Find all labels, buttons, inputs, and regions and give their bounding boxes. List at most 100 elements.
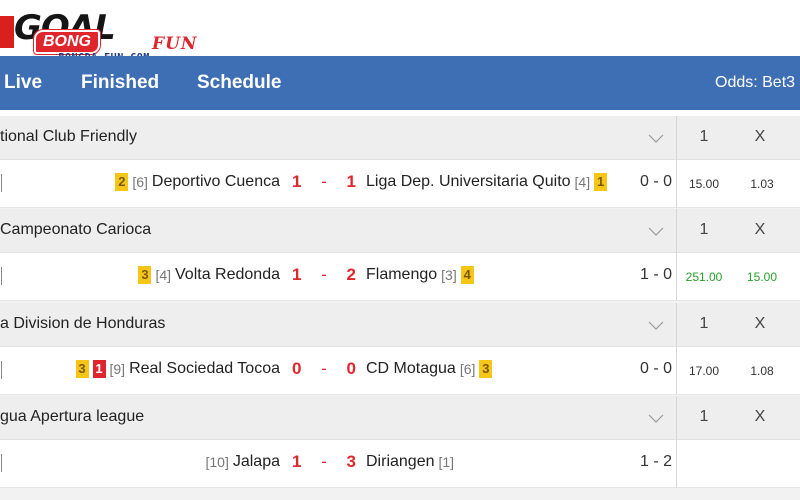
- score-separator: -: [321, 265, 327, 284]
- odds-header-home: 1: [699, 315, 709, 332]
- match-score[interactable]: 0-0: [292, 359, 356, 379]
- yellow-card-badge: 1: [594, 173, 608, 191]
- odds-divider: [676, 347, 677, 394]
- tab-schedule[interactable]: Schedule: [197, 72, 281, 94]
- chevron-down-icon[interactable]: [648, 223, 664, 239]
- match-row[interactable]: 2 [6] Deportivo Cuenca 1-1 Liga Dep. Univers…: [0, 160, 800, 208]
- odds-divider: [676, 253, 677, 300]
- odds-home-value[interactable]: 251.00: [682, 270, 726, 284]
- home-score: 1: [292, 452, 302, 471]
- logo-red-block: [0, 16, 14, 48]
- away-score: 0: [346, 359, 356, 378]
- logo-bong-badge: BONG: [34, 30, 100, 54]
- away-rank: [6]: [459, 361, 476, 377]
- red-card-badge: 1: [92, 360, 106, 378]
- half-time-score: 1 - 0: [639, 266, 672, 283]
- home-score: 1: [292, 265, 302, 284]
- league-header[interactable]: gua Apertura league 1 X: [0, 396, 800, 440]
- home-team[interactable]: [10] Jalapa: [205, 453, 280, 471]
- yellow-card-badge: 2: [115, 173, 129, 191]
- match-row[interactable]: [10] Jalapa 1-3 Diriangen [1] 1 - 2: [0, 440, 800, 488]
- league-header[interactable]: tional Club Friendly 1 X: [0, 116, 800, 160]
- away-team-name: Liga Dep. Universitaria Quito: [366, 173, 571, 190]
- odds-divider: [676, 303, 677, 346]
- odds-header-draw: X: [754, 128, 766, 145]
- half-time-score: 0 - 0: [639, 360, 672, 377]
- home-team[interactable]: 3 1 [9] Real Sociedad Tocoa: [75, 360, 280, 378]
- half-time-score: 0 - 0: [639, 173, 672, 190]
- league-name: a Division de Honduras: [0, 315, 166, 332]
- odds-divider: [676, 116, 677, 159]
- odds-header-home: 1: [699, 221, 709, 238]
- league-name: tional Club Friendly: [0, 128, 137, 145]
- away-rank: [3]: [441, 267, 457, 283]
- odds-draw-value[interactable]: 1.03: [740, 177, 784, 191]
- match-score[interactable]: 1-2: [292, 265, 356, 285]
- score-separator: -: [321, 359, 327, 378]
- chevron-down-icon[interactable]: [648, 317, 664, 333]
- odds-header-draw: X: [754, 408, 766, 425]
- odds-divider: [676, 440, 677, 487]
- yellow-card-badge: 4: [460, 266, 474, 284]
- away-team-name: Flamengo: [366, 266, 438, 283]
- league-header[interactable]: a Division de Honduras 1 X: [0, 303, 800, 347]
- match-time-stub: [0, 361, 2, 379]
- away-team[interactable]: Diriangen [1]: [366, 453, 454, 471]
- yellow-card-badge: 3: [138, 266, 152, 284]
- odds-home-value[interactable]: 15.00: [682, 177, 726, 191]
- score-separator: -: [321, 172, 327, 191]
- odds-header-home: 1: [699, 408, 709, 425]
- half-time-score: 1 - 2: [639, 453, 672, 470]
- yellow-card-badge: 3: [479, 360, 493, 378]
- home-team-name: Real Sociedad Tocoa: [129, 360, 280, 377]
- home-rank: [6]: [132, 174, 148, 190]
- away-team-name: Diriangen: [366, 453, 435, 470]
- yellow-card-badge: 3: [75, 360, 89, 378]
- match-row[interactable]: 3 [4] Volta Redonda 1-2 Flamengo [3] 4 1 - 0 251…: [0, 253, 800, 301]
- odds-selector[interactable]: Odds: Bet3: [715, 74, 795, 92]
- chevron-down-icon[interactable]: [648, 410, 664, 426]
- match-time-stub: [0, 174, 2, 192]
- league-name: gua Apertura league: [0, 408, 145, 425]
- away-team[interactable]: CD Motagua [6] 3: [366, 360, 493, 378]
- odds-header-draw: X: [754, 221, 766, 238]
- league-header[interactable]: Campeonato Carioca 1 X: [0, 209, 800, 253]
- home-rank: [10]: [205, 454, 229, 470]
- odds-draw-value[interactable]: 15.00: [740, 270, 784, 284]
- odds-header-draw: X: [754, 315, 766, 332]
- match-score[interactable]: 1-3: [292, 452, 356, 472]
- chevron-down-icon[interactable]: [648, 130, 664, 146]
- odds-divider: [676, 160, 677, 207]
- home-score: 0: [292, 359, 302, 378]
- home-rank: [4]: [155, 267, 172, 283]
- tab-live[interactable]: Live: [4, 72, 42, 94]
- away-score: 2: [346, 265, 356, 284]
- league-name: Campeonato Carioca: [0, 221, 152, 238]
- home-team-name: Jalapa: [232, 453, 280, 470]
- away-rank: [1]: [438, 454, 455, 470]
- logo-fun-text: FUN: [152, 34, 198, 54]
- match-list: tional Club Friendly 1 X 2 [6] Deportivo Cuen…: [0, 116, 800, 500]
- away-score: 1: [346, 172, 356, 191]
- odds-divider: [676, 396, 677, 439]
- away-rank: [4]: [574, 174, 591, 190]
- odds-divider: [676, 209, 677, 252]
- main-navbar: Live Finished Schedule Odds: Bet3: [0, 56, 800, 110]
- match-time-stub: [0, 454, 2, 472]
- home-team-name: Deportivo Cuenca: [151, 173, 280, 190]
- match-score[interactable]: 1-1: [292, 172, 356, 192]
- match-time-stub: [0, 267, 2, 285]
- away-team[interactable]: Flamengo [3] 4: [366, 266, 474, 284]
- away-score: 3: [346, 452, 356, 471]
- home-team[interactable]: 3 [4] Volta Redonda: [138, 266, 280, 284]
- tab-finished[interactable]: Finished: [81, 72, 159, 94]
- away-team-name: CD Motagua: [366, 360, 456, 377]
- home-team[interactable]: 2 [6] Deportivo Cuenca: [115, 173, 280, 191]
- match-row[interactable]: 3 1 [9] Real Sociedad Tocoa 0-0 CD Motagua [6]…: [0, 347, 800, 395]
- logo-area[interactable]: GOAL BONG FUN -BONGDA-FUN.COM-: [0, 0, 800, 63]
- home-score: 1: [292, 172, 302, 191]
- odds-header-home: 1: [699, 128, 709, 145]
- odds-home-value[interactable]: 17.00: [682, 364, 726, 378]
- odds-draw-value[interactable]: 1.08: [740, 364, 784, 378]
- away-team[interactable]: Liga Dep. Universitaria Quito [4] 1: [366, 173, 608, 191]
